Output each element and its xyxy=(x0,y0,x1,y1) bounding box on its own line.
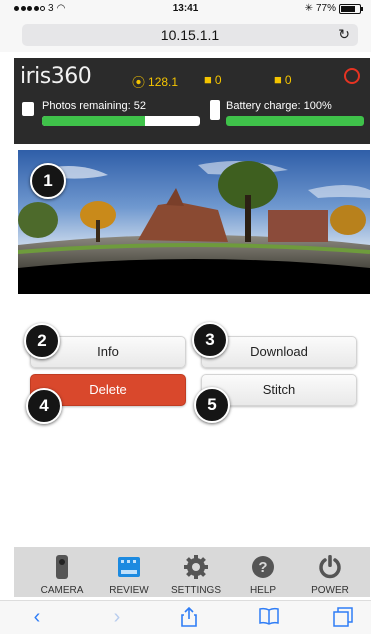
bookmarks-icon[interactable] xyxy=(258,607,280,629)
tab-review[interactable]: REVIEW xyxy=(94,547,164,597)
callout-badge-1: 1 xyxy=(30,163,66,199)
camera-slot-icon: ■ xyxy=(204,72,212,87)
app-logo: iris360 xyxy=(20,64,92,89)
camera-status-header: iris360 ⦿ 128.1 ■ 0 ■ 0 Photos remaining… xyxy=(14,58,370,144)
tabs-icon[interactable] xyxy=(332,607,354,629)
callout-badge-4: 4 xyxy=(26,388,62,424)
compass-value: 128.1 xyxy=(148,74,179,89)
url-text: 10.15.1.1 xyxy=(160,27,220,43)
tab-camera-label: CAMERA xyxy=(40,585,84,596)
bluetooth-icon: ✳ xyxy=(304,3,313,14)
card-icon: ■ xyxy=(274,72,282,87)
tab-settings-label: SETTINGS xyxy=(170,585,221,596)
tab-help[interactable]: ? HELP xyxy=(228,547,298,597)
compass-icon: ⦿ xyxy=(132,75,146,90)
camera-slot-value: 0 xyxy=(214,72,222,87)
tab-power-label: POWER xyxy=(311,585,349,596)
status-right: ✳ 77% xyxy=(304,3,363,14)
tab-help-label: HELP xyxy=(249,585,277,596)
camera-icon xyxy=(56,555,68,579)
camera-slot-stat: ■ 0 xyxy=(204,72,222,87)
photos-remaining-label: Photos remaining: 52 xyxy=(42,100,146,112)
tab-review-label: REVIEW xyxy=(109,585,149,596)
panorama-illustration xyxy=(18,150,370,294)
alert-icon xyxy=(344,68,360,84)
callout-badge-5: 5 xyxy=(194,387,230,423)
back-icon[interactable]: ‹ xyxy=(26,607,48,629)
battery-charge-bar xyxy=(226,116,364,126)
card-value: 0 xyxy=(284,72,292,87)
battery-percent: 77% xyxy=(315,3,336,14)
callout-badge-3: 3 xyxy=(192,322,228,358)
tab-camera[interactable]: CAMERA xyxy=(27,547,97,597)
battery-charge-icon xyxy=(210,100,220,120)
tab-settings[interactable]: SETTINGS xyxy=(161,547,231,597)
gear-icon xyxy=(184,555,208,579)
photos-remaining-fill xyxy=(42,116,145,126)
power-icon xyxy=(319,555,341,579)
compass-stat: ⦿ 128.1 xyxy=(132,72,178,91)
panorama-image[interactable] xyxy=(18,150,370,294)
tab-power[interactable]: POWER xyxy=(295,547,365,597)
url-field[interactable]: 10.15.1.1 ↻ xyxy=(22,24,358,46)
svg-text:?: ? xyxy=(258,559,267,576)
browser-toolbar: ‹ › xyxy=(0,600,371,634)
browser-address-bar: 10.15.1.1 ↻ xyxy=(0,18,371,52)
film-icon xyxy=(118,557,140,577)
sd-card-icon xyxy=(22,102,34,116)
battery-charge-fill xyxy=(226,116,364,126)
photos-remaining-bar xyxy=(42,116,200,126)
share-icon[interactable] xyxy=(178,606,200,629)
app-tab-bar: CAMERA REVIEW SETTINGS ? HELP POWER xyxy=(14,547,370,597)
help-icon: ? xyxy=(252,556,274,578)
callout-badge-2: 2 xyxy=(24,323,60,359)
battery-charge-label: Battery charge: 100% xyxy=(226,100,332,112)
card-stat: ■ 0 xyxy=(274,72,292,87)
battery-icon xyxy=(339,3,363,14)
reload-icon[interactable]: ↻ xyxy=(338,26,350,43)
status-bar: 3 ◠ 13:41 ✳ 77% xyxy=(0,0,371,18)
forward-icon[interactable]: › xyxy=(106,607,128,629)
